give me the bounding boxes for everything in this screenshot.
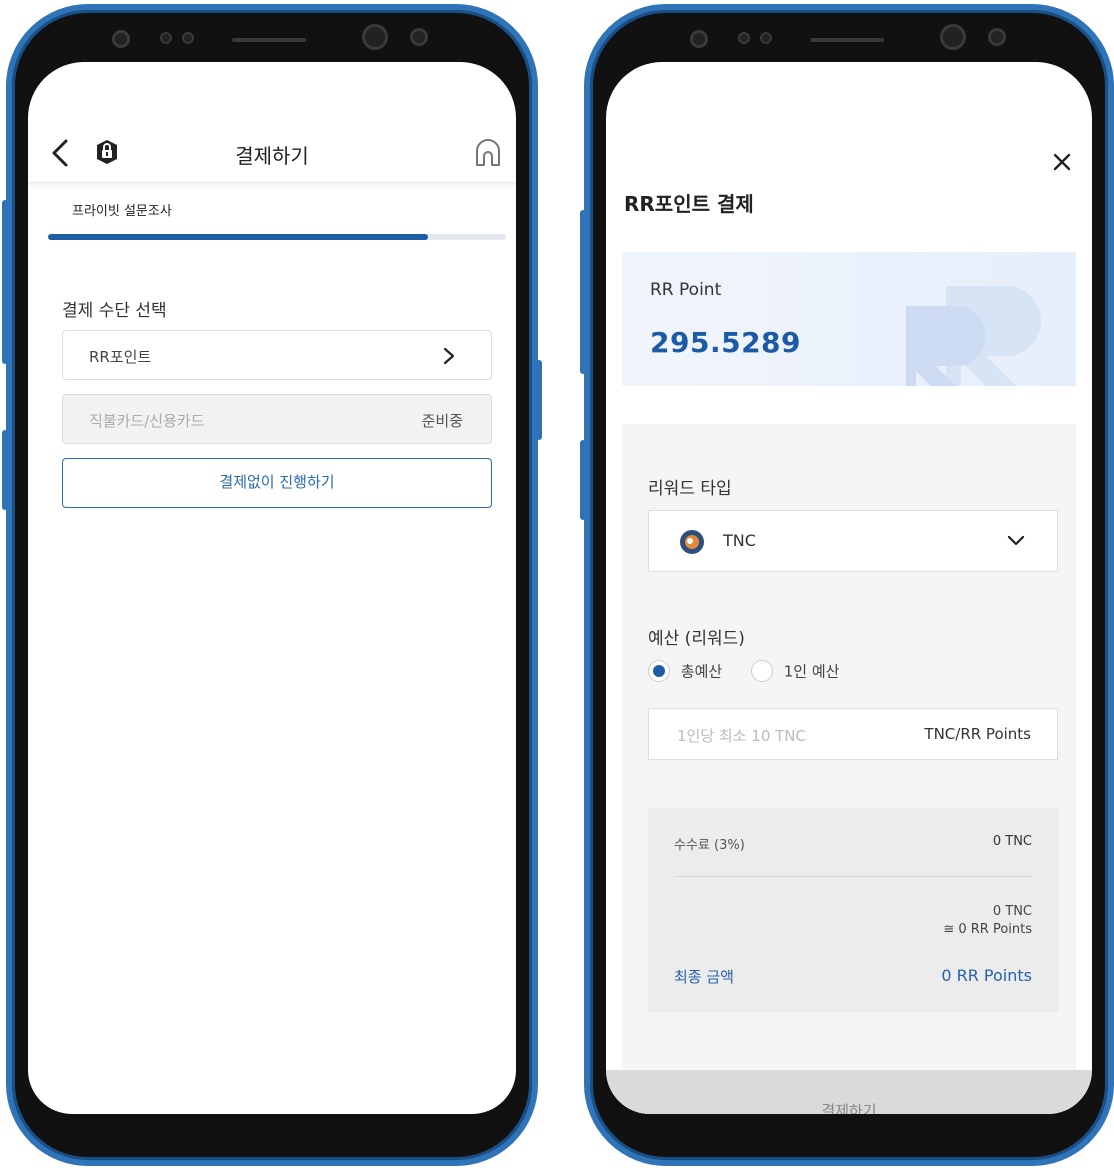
form-panel: 리워드 타입 TNC 예산 (리워드) 총예산 1인 예산 1인당 최소 10 … — [622, 424, 1076, 1114]
final-amount-value: 0 RR Points — [941, 966, 1032, 985]
page-title: 결제하기 — [235, 144, 309, 168]
point-label: RR Point — [650, 280, 722, 300]
point-balance-card: RR Point 295.5289 — [622, 252, 1076, 386]
pay-button-label: 결제하기 — [821, 1102, 877, 1114]
option-status: 준비중 — [421, 412, 463, 430]
notch — [690, 20, 1022, 60]
chevron-right-icon — [443, 347, 455, 365]
payment-summary: 수수료 (3%) 0 TNC 0 TNC ≅ 0 RR Points 최종 금액… — [648, 808, 1058, 1012]
reward-type-label: 리워드 타입 — [648, 479, 732, 499]
fee-value: 0 TNC — [992, 834, 1032, 849]
skip-payment-button[interactable]: 결제없이 진행하기 — [62, 458, 492, 508]
option-card: 직불카드/신용카드 준비중 — [62, 394, 492, 444]
budget-radio-group: 총예산 1인 예산 — [648, 660, 863, 682]
modal-title: RR포인트 결제 — [624, 192, 754, 216]
payment-screen: 결제하기 프라이빗 설문조사 결제 수단 선택 RR포인트 직불카드/신용카드 … — [28, 62, 516, 1114]
budget-label: 예산 (리워드) — [648, 629, 745, 649]
radio-label: 1인 예산 — [783, 662, 840, 681]
radio-label: 총예산 — [680, 662, 723, 681]
reward-type-select[interactable]: TNC — [648, 510, 1058, 572]
point-value: 295.5289 — [650, 326, 802, 359]
option-rr-point[interactable]: RR포인트 — [62, 330, 492, 380]
app-header: 결제하기 — [28, 62, 516, 183]
subtotal-rr-points: ≅ 0 RR Points — [943, 922, 1032, 937]
subtotal-tnc: 0 TNC — [992, 904, 1032, 919]
coin-icon — [680, 530, 704, 554]
section-label: 결제 수단 선택 — [62, 301, 167, 321]
notch — [112, 20, 444, 60]
divider — [674, 876, 1032, 877]
phone-frame-left: 결제하기 프라이빗 설문조사 결제 수단 선택 RR포인트 직불카드/신용카드 … — [2, 4, 542, 1166]
survey-subtitle: 프라이빗 설문조사 — [72, 204, 172, 219]
radio-button-selected[interactable] — [648, 660, 670, 682]
amount-placeholder: 1인당 최소 10 TNC — [677, 727, 806, 745]
radio-total-budget[interactable]: 총예산 — [648, 660, 722, 682]
option-label: 직불카드/신용카드 — [89, 412, 205, 430]
amount-input[interactable]: 1인당 최소 10 TNC TNC/RR Points — [648, 708, 1058, 760]
close-icon[interactable] — [1052, 152, 1072, 172]
amount-unit: TNC/RR Points — [924, 725, 1031, 743]
pay-button[interactable]: 결제하기 — [606, 1070, 1092, 1114]
progress-bar — [48, 234, 506, 240]
progress-fill — [48, 234, 429, 240]
phone-frame-right: RR포인트 결제 RR Point 295.5289 리워드 타입 TNC 예산… — [580, 4, 1114, 1166]
option-label: RR포인트 — [89, 348, 152, 366]
final-amount-label: 최종 금액 — [674, 968, 734, 986]
radio-button[interactable] — [750, 660, 773, 682]
fee-label: 수수료 (3%) — [674, 838, 745, 853]
reward-type-value: TNC — [723, 531, 756, 550]
radio-per-person-budget[interactable]: 1인 예산 — [750, 660, 840, 682]
chevron-down-icon — [1007, 535, 1025, 546]
rr-logo — [906, 286, 1041, 386]
home-icon[interactable] — [474, 138, 502, 168]
rr-point-payment-modal: RR포인트 결제 RR Point 295.5289 리워드 타입 TNC 예산… — [606, 62, 1092, 1114]
